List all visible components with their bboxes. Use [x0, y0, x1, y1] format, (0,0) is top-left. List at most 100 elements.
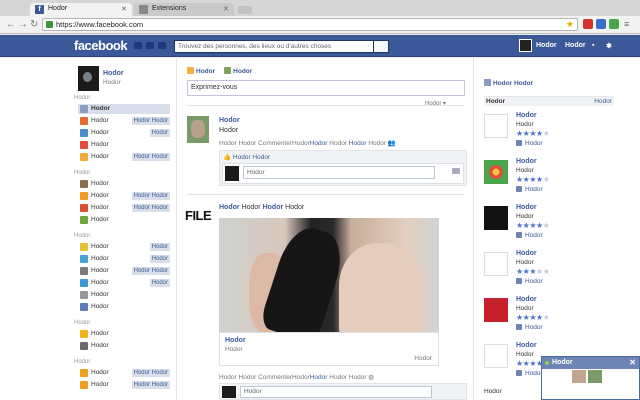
- sidebar-item[interactable]: Hodor: [78, 215, 170, 225]
- reload-icon[interactable]: ↻: [30, 19, 38, 30]
- tab-photo[interactable]: Hodor: [224, 67, 252, 75]
- shared-author[interactable]: Hodor: [263, 204, 284, 211]
- action-link[interactable]: Hodor: [310, 374, 328, 381]
- action-link[interactable]: Hodor: [368, 140, 386, 147]
- close-tab-icon[interactable]: ✕: [121, 5, 127, 13]
- action-link[interactable]: Hodor: [239, 374, 257, 381]
- action-link[interactable]: Hodor: [219, 140, 237, 147]
- sidebar-item[interactable]: Hodor: [78, 179, 170, 189]
- sidebar-item[interactable]: Hodor Hodor Hodor: [78, 266, 170, 276]
- star-icon: ★: [536, 129, 543, 138]
- post-author[interactable]: Hodor: [219, 204, 240, 211]
- sidebar-item[interactable]: Hodor: [78, 329, 170, 339]
- sidebar-item[interactable]: Hodor: [78, 302, 170, 312]
- sidebar-item[interactable]: Hodor Hodor: [78, 254, 170, 264]
- profile-sub[interactable]: Hodor: [103, 79, 121, 86]
- post-author[interactable]: Hodor: [219, 117, 240, 124]
- app-name[interactable]: Hodor: [516, 342, 537, 349]
- bookmark-star-icon[interactable]: ★: [566, 19, 574, 30]
- brand-logo[interactable]: [484, 344, 508, 368]
- messages-icon[interactable]: [146, 42, 154, 49]
- like-link[interactable]: Hodor: [516, 232, 543, 239]
- sidebar-item[interactable]: Hodor: [78, 341, 170, 351]
- link-card[interactable]: Hodor Hodor Hodor: [219, 332, 439, 366]
- sidebar-item[interactable]: Hodor Hodor: [78, 278, 170, 288]
- app-name[interactable]: Hodor: [516, 158, 537, 165]
- comment-input[interactable]: Hodor: [240, 386, 432, 398]
- profile-photo[interactable]: [78, 66, 99, 91]
- nendstar-logo[interactable]: [484, 252, 508, 276]
- likes-text[interactable]: 👍 Hodor Hodor: [223, 153, 270, 161]
- see-all-link[interactable]: Hodor: [594, 97, 612, 107]
- comment-input[interactable]: Hodor: [243, 166, 435, 179]
- app-name[interactable]: Hodor: [516, 296, 537, 303]
- sidebar-item[interactable]: Hodor Hodor: [78, 242, 170, 252]
- sidebar-item[interactable]: Hodor: [78, 104, 170, 114]
- app-name[interactable]: Hodor: [516, 250, 537, 257]
- profile-link[interactable]: Hodor: [536, 42, 557, 49]
- like-link[interactable]: Hodor: [516, 186, 543, 193]
- notifications-icon[interactable]: [158, 42, 166, 49]
- close-icon[interactable]: ✕: [629, 357, 636, 369]
- action-link[interactable]: Hodor: [239, 140, 257, 147]
- sidebar-item[interactable]: Hodor Hodor Hodor: [78, 152, 170, 162]
- cafe-logo[interactable]: [484, 298, 508, 322]
- action-link[interactable]: CommenterHodor: [258, 374, 310, 381]
- chat-header[interactable]: Hodor ✕: [542, 357, 639, 369]
- apps-tab[interactable]: Hodor Hodor: [484, 79, 533, 87]
- like-link[interactable]: Hodor: [516, 278, 543, 285]
- extension-icon[interactable]: [609, 19, 619, 29]
- composer-input[interactable]: Exprimez-vous: [187, 80, 465, 96]
- action-link[interactable]: CommenterHodor: [258, 140, 310, 147]
- close-tab-icon[interactable]: ✕: [223, 5, 229, 13]
- action-link[interactable]: Hodor: [329, 374, 347, 381]
- sidebar-item[interactable]: Hodor Hodor Hodor: [78, 203, 170, 213]
- flower-logo[interactable]: [484, 160, 508, 184]
- new-tab-button[interactable]: [238, 6, 252, 14]
- action-link[interactable]: Hodor: [310, 140, 328, 147]
- gear-icon[interactable]: ✱: [606, 42, 612, 50]
- facebook-logo[interactable]: facebook: [74, 38, 128, 53]
- sidebar-item[interactable]: Hodor Hodor: [78, 128, 170, 138]
- like-link[interactable]: Hodor: [516, 370, 543, 377]
- nav-section-title: Hodor: [74, 95, 91, 101]
- action-link[interactable]: Hodor: [329, 140, 347, 147]
- sidebar-item[interactable]: Hodor Hodor Hodor: [78, 191, 170, 201]
- spectrum-logo[interactable]: [484, 114, 508, 138]
- chat-window[interactable]: Hodor ✕: [541, 356, 640, 400]
- profile-name[interactable]: Hodor: [103, 70, 124, 77]
- search-input[interactable]: Trouvez des personnes, des lieux ou d'au…: [174, 40, 389, 53]
- app-name[interactable]: Hodor: [516, 204, 537, 211]
- camera-icon[interactable]: [452, 168, 460, 174]
- like-link[interactable]: Hodor: [516, 324, 543, 331]
- browser-tab-facebook[interactable]: f Hodor ✕: [30, 3, 132, 16]
- privacy-icon[interactable]: ▪: [592, 42, 594, 49]
- extension-icon[interactable]: [583, 19, 593, 29]
- address-bar[interactable]: https://www.facebook.com ★: [42, 18, 578, 31]
- sidebar-item[interactable]: Hodor Hodor Hodor: [78, 116, 170, 126]
- back-icon[interactable]: ←: [6, 19, 16, 30]
- menu-icon[interactable]: ≡: [624, 19, 634, 29]
- home-link[interactable]: Hodor: [565, 42, 586, 49]
- browser-tab-extensions[interactable]: Extensions ✕: [134, 3, 234, 16]
- sidebar-item[interactable]: Hodor: [78, 140, 170, 150]
- action-link[interactable]: Hodor: [219, 374, 237, 381]
- sidebar-item[interactable]: Hodor Hodor Hodor: [78, 368, 170, 378]
- like-link[interactable]: Hodor: [516, 140, 543, 147]
- star-icon: ★: [536, 313, 543, 322]
- forward-icon[interactable]: →: [18, 19, 28, 30]
- avatar[interactable]: [519, 39, 532, 52]
- post-avatar[interactable]: [187, 116, 209, 143]
- action-link[interactable]: Hodor: [349, 374, 367, 381]
- search-icon[interactable]: [373, 40, 389, 53]
- app-name[interactable]: Hodor: [516, 112, 537, 119]
- extension-icon[interactable]: [596, 19, 606, 29]
- friend-requests-icon[interactable]: [134, 42, 142, 49]
- sidebar-item[interactable]: Hodor Hodor Hodor: [78, 380, 170, 390]
- sidebar-item[interactable]: Hodor: [78, 290, 170, 300]
- post-photo[interactable]: [219, 218, 439, 332]
- tab-status[interactable]: Hodor: [187, 67, 215, 75]
- action-link[interactable]: Hodor: [349, 140, 367, 147]
- link-title[interactable]: Hodor: [225, 337, 246, 344]
- tmovie-logo[interactable]: [484, 206, 508, 230]
